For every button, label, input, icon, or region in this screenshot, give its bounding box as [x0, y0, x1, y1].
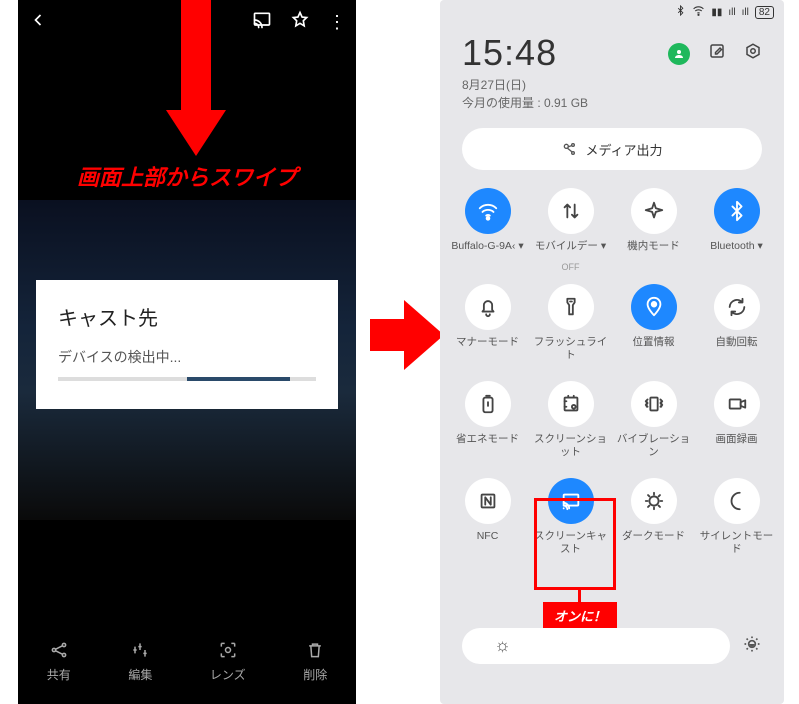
brightness-slider[interactable]: ☼ — [462, 628, 730, 664]
screenshot-icon — [548, 381, 594, 427]
auto-brightness-icon[interactable] — [742, 634, 762, 659]
tile-label: サイレントモード — [695, 530, 778, 555]
tile-label: フラッシュライト — [529, 336, 612, 361]
flashlight-icon — [548, 284, 594, 330]
screen-cast-icon — [548, 478, 594, 524]
photos-bottom-bar: 共有 編集 レンズ 削除 — [18, 618, 356, 704]
annotation-on-tag: オンに！ — [543, 602, 617, 628]
star-icon[interactable] — [290, 10, 310, 35]
media-output-label: メディア出力 — [585, 140, 662, 159]
tile-label: 位置情報 — [633, 336, 675, 360]
bluetooth-icon — [714, 188, 760, 234]
tile-label: ダークモード — [622, 530, 685, 554]
tile-label: 自動回転 — [716, 336, 758, 360]
right-phone-screenshot: ▮▮ ıll ıll 82 15:48 8月27日(日) 今月の使用量 : 0.… — [440, 0, 784, 704]
dark-mode-icon — [631, 478, 677, 524]
tile-screen-record[interactable]: 画面録画 — [695, 375, 778, 470]
tile-label: NFC — [477, 530, 499, 554]
tile-vibration[interactable]: バイブレーション — [612, 375, 695, 470]
tile-manner-mode[interactable]: マナーモード — [446, 278, 529, 373]
tile-label: Bluetooth ▾ — [710, 240, 763, 264]
auto-rotate-icon — [714, 284, 760, 330]
airplane-mode-icon — [631, 188, 677, 234]
tile-auto-rotate[interactable]: 自動回転 — [695, 278, 778, 373]
tile-bluetooth[interactable]: Bluetooth ▾ — [695, 182, 778, 276]
wifi-status-icon — [692, 4, 705, 20]
tile-label: マナーモード — [456, 336, 519, 360]
qs-header: 15:48 — [440, 24, 784, 76]
nfc-icon — [465, 478, 511, 524]
tile-label: スクリーンショット — [529, 433, 612, 458]
power-save-icon — [465, 381, 511, 427]
tile-power-save[interactable]: 省エネモード — [446, 375, 529, 470]
lens-button[interactable]: レンズ — [210, 640, 246, 683]
wifi-icon — [465, 188, 511, 234]
tile-label: 省エネモード — [456, 433, 519, 457]
tile-label: 機内モード — [627, 240, 680, 264]
more-icon[interactable]: ⋮ — [328, 12, 346, 33]
mobile-data-icon — [548, 188, 594, 234]
clock-time: 15:48 — [462, 32, 557, 74]
brightness-row: ☼ — [462, 626, 762, 666]
date-text: 8月27日(日) — [462, 76, 762, 94]
tile-label: Buffalo-G-9A‹ ▾ — [451, 240, 523, 264]
signal-icon-3: ıll — [742, 7, 749, 18]
status-bar: ▮▮ ıll ıll 82 — [440, 0, 784, 24]
back-icon[interactable] — [28, 10, 48, 35]
delete-label: 削除 — [303, 666, 327, 683]
tile-location[interactable]: 位置情報 — [612, 278, 695, 373]
tile-screen-cast[interactable]: スクリーンキャスト — [529, 472, 612, 567]
cast-progress — [58, 377, 316, 381]
signal-icon-1: ▮▮ — [711, 7, 722, 18]
tile-label: バイブレーション — [612, 433, 695, 458]
cast-dialog-title: キャスト先 — [58, 302, 316, 331]
location-icon — [631, 284, 677, 330]
cast-dialog: キャスト先 デバイスの検出中... — [36, 280, 338, 409]
tile-screenshot[interactable]: スクリーンショット — [529, 375, 612, 470]
tile-mobile-data[interactable]: モバイルデー ▾ OFF — [529, 182, 612, 276]
data-usage-text: 今月の使用量 : 0.91 GB — [462, 94, 762, 112]
brightness-low-icon: ☼ — [494, 635, 511, 656]
annotation-arrow-right — [370, 300, 445, 370]
battery-status: 82 — [755, 6, 774, 19]
tile-silent-mode[interactable]: サイレントモード — [695, 472, 778, 567]
tile-dark-mode[interactable]: ダークモード — [612, 472, 695, 567]
tile-wifi[interactable]: Buffalo-G-9A‹ ▾ — [446, 182, 529, 276]
tile-nfc[interactable]: NFC — [446, 472, 529, 567]
annotation-swipe-text: 画面上部からスワイプ — [18, 160, 356, 192]
vibration-icon — [631, 381, 677, 427]
account-avatar[interactable] — [668, 43, 690, 65]
quick-settings-grid: Buffalo-G-9A‹ ▾ モバイルデー ▾ OFF 機内モード Bluet… — [440, 178, 784, 568]
screen-record-icon — [714, 381, 760, 427]
silent-mode-icon — [714, 478, 760, 524]
lens-label: レンズ — [210, 666, 246, 683]
manner-mode-icon — [465, 284, 511, 330]
tile-flashlight[interactable]: フラッシュライト — [529, 278, 612, 373]
cast-icon[interactable] — [252, 10, 272, 35]
tile-sublabel: OFF — [562, 262, 580, 272]
bluetooth-status-icon — [675, 5, 686, 19]
media-output-button[interactable]: メディア出力 — [462, 128, 762, 170]
cast-dialog-status: デバイスの検出中... — [58, 347, 316, 367]
left-phone-screenshot: ⋮ 画面上部からスワイプ キャスト先 デバイスの検出中... 共有 編集 レンズ… — [18, 0, 356, 704]
signal-icon-2: ıll — [728, 7, 735, 18]
annotation-arrow-down — [166, 0, 226, 160]
tile-airplane-mode[interactable]: 機内モード — [612, 182, 695, 276]
share-button[interactable]: 共有 — [47, 640, 71, 683]
delete-button[interactable]: 削除 — [303, 640, 327, 683]
share-label: 共有 — [47, 666, 71, 683]
settings-icon[interactable] — [744, 42, 762, 65]
tile-label: 画面録画 — [716, 433, 758, 457]
tile-label: スクリーンキャスト — [529, 530, 612, 555]
edit-label: 編集 — [128, 666, 152, 683]
edit-tiles-icon[interactable] — [708, 42, 726, 65]
tile-label: モバイルデー ▾ — [535, 240, 606, 264]
edit-button[interactable]: 編集 — [128, 640, 152, 683]
